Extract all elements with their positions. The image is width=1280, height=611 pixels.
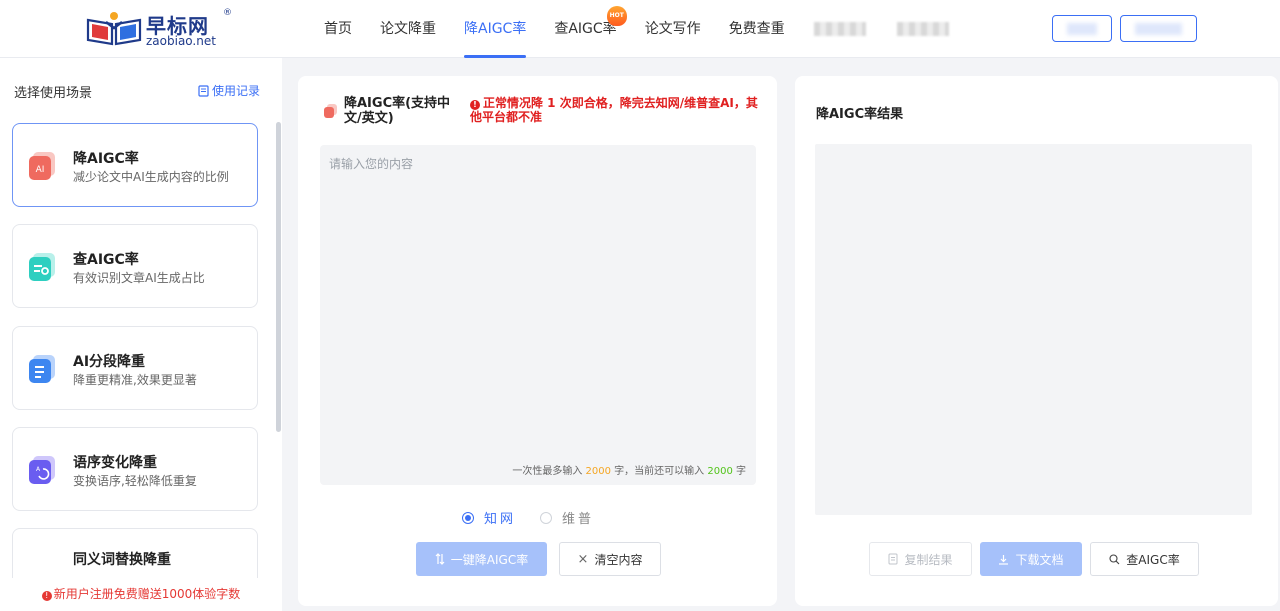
top-header: 早标网 ® zaobiao.net 首页 论文降重 降AIGC率 查AIGC率 … [0, 0, 1280, 58]
platform-radio-group: 知网 维普 [462, 508, 594, 527]
ai-detect-icon [29, 253, 55, 281]
content-input[interactable] [320, 145, 756, 455]
nav-paper-writing-label: 论文写作 [644, 21, 701, 37]
counter-suffix: 字 [736, 466, 746, 477]
reduce-aigc-button[interactable]: 一键降AIGC率 [416, 542, 547, 576]
download-doc-label: 下载文档 [1015, 552, 1064, 567]
check-aigc-button[interactable]: 查AIGC率 [1090, 542, 1199, 576]
nav-free-check[interactable]: 免费查重 [729, 0, 785, 58]
new-user-promo[interactable]: ! 新用户注册免费赠送1000体验字数 [0, 578, 282, 611]
copy-result-button[interactable]: 复制结果 [869, 542, 972, 576]
sidebar-title: 选择使用场景 [14, 86, 93, 101]
aigc-title-icon [324, 104, 337, 118]
download-icon [999, 554, 1009, 565]
copy-icon [888, 553, 898, 565]
clear-content-label: 清空内容 [594, 552, 643, 567]
nav-paper-dedup-label: 论文降重 [380, 21, 436, 37]
alert-icon: ! [41, 591, 52, 601]
copy-result-label: 复制结果 [904, 552, 953, 567]
blurred-nav-item[interactable] [897, 22, 949, 36]
scene-name: 同义词替换降重 [73, 552, 171, 568]
radio-label: 知网 [484, 512, 517, 527]
blurred-nav-item[interactable] [814, 22, 866, 36]
login-button[interactable] [1052, 15, 1112, 42]
warning-text: 正常情况降 1 次即合格，降完去知网/维普查AI，其他平台都不准 [470, 96, 758, 124]
book-logo-icon [86, 12, 142, 46]
main-nav: 首页 论文降重 降AIGC率 查AIGC率 HOT 论文写作 免费查重 [324, 0, 813, 58]
download-doc-button[interactable]: 下载文档 [980, 542, 1082, 576]
nav-free-check-label: 免费查重 [728, 21, 785, 37]
reorder-icon: A [29, 456, 55, 484]
ai-reduce-icon: AI [29, 152, 55, 180]
brand-registered-mark: ® [223, 8, 232, 18]
reduce-aigc-label: 一键降AIGC率 [450, 552, 529, 567]
scene-name: 语序变化降重 [73, 455, 157, 471]
scene-desc: 变换语序,轻松降低重复 [73, 474, 197, 488]
nav-reduce-aigc-label: 降AIGC率 [464, 21, 527, 37]
scene-name: 降AIGC率 [73, 151, 139, 167]
scene-desc: 降重更精准,效果更显著 [73, 373, 197, 387]
nav-check-aigc-label: 查AIGC率 [554, 21, 617, 37]
hot-badge-icon: HOT [606, 6, 627, 26]
scene-card-ai-segment[interactable]: AI分段降重 降重更精准,效果更显著 [12, 326, 258, 410]
record-icon [198, 84, 209, 97]
radio-cnki[interactable]: 知网 [462, 508, 516, 527]
sidebar-scrollbar[interactable] [276, 122, 281, 432]
nav-home[interactable]: 首页 [324, 0, 352, 58]
scene-name: 查AIGC率 [73, 252, 139, 268]
warning-notice: ! 正常情况降 1 次即合格，降完去知网/维普查AI，其他平台都不准 [470, 96, 760, 124]
char-counter: 一次性最多输入 2000 字，当前还可以输入 2000 字 [512, 462, 746, 477]
nav-reduce-aigc[interactable]: 降AIGC率 [464, 0, 527, 58]
search-icon [1109, 553, 1120, 564]
input-panel-title: 降AIGC率(支持中文/英文) [344, 96, 451, 126]
register-button[interactable] [1120, 15, 1197, 42]
radio-dot [462, 511, 474, 524]
nav-paper-writing[interactable]: 论文写作 [645, 0, 701, 58]
scene-card-reduce-aigc[interactable]: AI 降AIGC率 减少论文中AI生成内容的比例 [12, 123, 258, 207]
scene-name: AI分段降重 [73, 354, 146, 370]
result-panel: 降AIGC率结果 复制结果 下载文档 查AIGC率 [795, 76, 1278, 606]
warning-icon: ! [470, 100, 480, 110]
counter-max: 2000 [585, 466, 611, 477]
counter-remaining: 2000 [707, 466, 733, 477]
svg-text:AI: AI [36, 165, 45, 175]
close-icon: × [577, 551, 589, 567]
scene-card-reorder[interactable]: A 语序变化降重 变换语序,轻松降低重复 [12, 427, 258, 511]
usage-record-label: 使用记录 [212, 84, 261, 98]
input-panel: 降AIGC率(支持中文/英文) ! 正常情况降 1 次即合格，降完去知网/维普查A… [298, 76, 777, 606]
scene-sidebar: 选择使用场景 使用记录 AI 降AIGC率 减少论文中AI生成内容的比例 查AI… [0, 58, 282, 611]
swap-arrows-icon [435, 553, 445, 565]
usage-record-link[interactable]: 使用记录 [198, 82, 260, 99]
radio-dot [540, 511, 553, 524]
counter-mid: 字，当前还可以输入 [614, 466, 705, 477]
scene-desc: 减少论文中AI生成内容的比例 [73, 170, 229, 184]
nav-home-label: 首页 [324, 21, 352, 37]
brand-logo[interactable]: 早标网 ® zaobiao.net [86, 8, 236, 50]
content-input-box: 一次性最多输入 2000 字，当前还可以输入 2000 字 [320, 145, 756, 485]
nav-check-aigc[interactable]: 查AIGC率 HOT [554, 0, 627, 58]
promo-text: 新用户注册免费赠送1000体验字数 [53, 587, 241, 601]
scene-card-check-aigc[interactable]: 查AIGC率 有效识别文章AI生成占比 [12, 224, 258, 308]
brand-domain: zaobiao.net [146, 34, 216, 48]
document-icon [29, 355, 55, 383]
clear-content-button[interactable]: × 清空内容 [559, 542, 661, 576]
nav-paper-dedup[interactable]: 论文降重 [380, 0, 436, 58]
check-aigc-label: 查AIGC率 [1126, 552, 1180, 567]
scene-desc: 有效识别文章AI生成占比 [73, 271, 205, 285]
radio-label: 维普 [562, 512, 595, 527]
radio-vip[interactable]: 维普 [540, 508, 594, 527]
result-output-box [815, 144, 1252, 515]
counter-prefix: 一次性最多输入 [512, 466, 583, 477]
result-panel-title: 降AIGC率结果 [816, 107, 904, 122]
